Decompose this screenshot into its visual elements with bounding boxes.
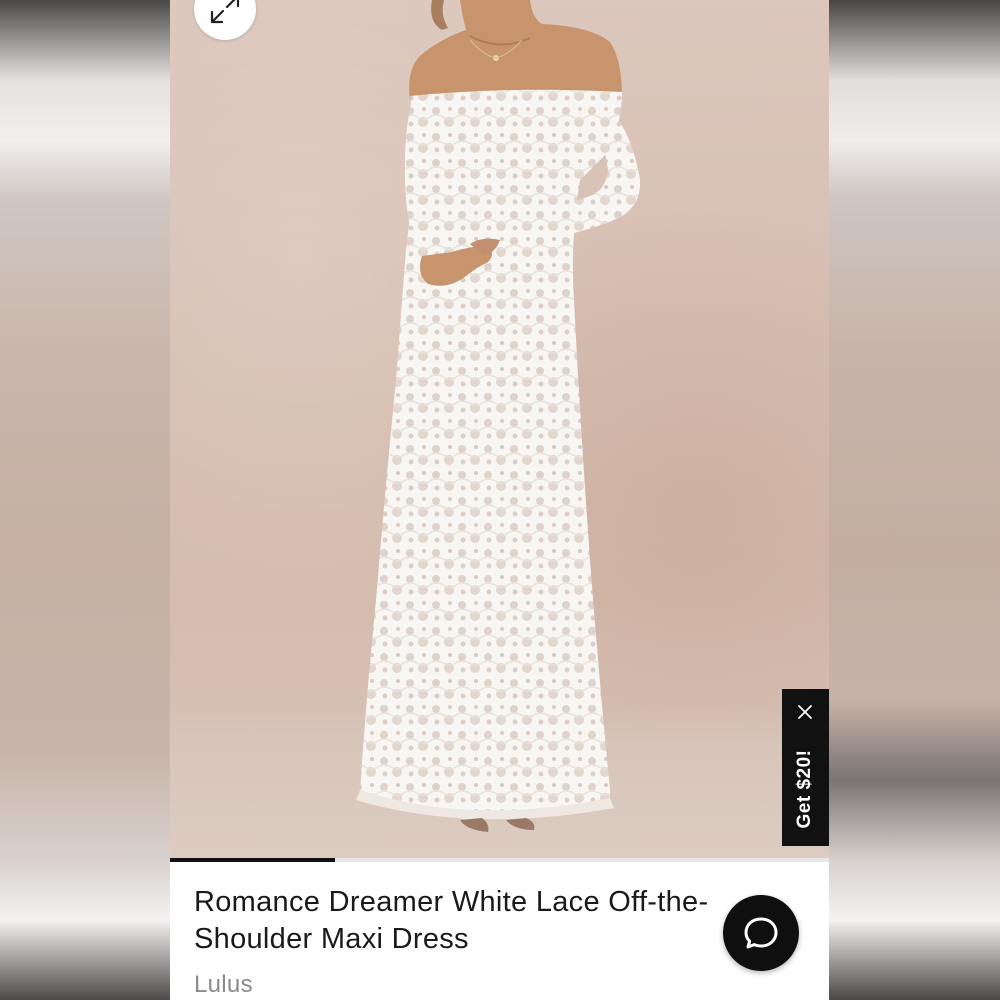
- close-icon[interactable]: [796, 703, 814, 721]
- blurred-background-left: [0, 0, 170, 1000]
- product-screen: Get $20! Romance Dreamer White Lace Off-…: [170, 0, 829, 1000]
- model-in-dress: [356, 0, 641, 832]
- product-title-line1: Romance Dreamer White Lace Off-the-: [194, 886, 709, 918]
- chat-bubble-icon: [744, 917, 778, 949]
- gallery-progress-fill: [170, 858, 335, 862]
- gallery-progress-bar: [170, 858, 829, 862]
- product-image[interactable]: Get $20!: [170, 0, 829, 858]
- promo-label[interactable]: Get $20!: [794, 750, 816, 829]
- brand-name[interactable]: Lulus: [194, 971, 253, 999]
- expand-arrows-icon: [210, 0, 240, 24]
- promo-tab[interactable]: Get $20!: [782, 689, 829, 846]
- chat-button[interactable]: [723, 895, 799, 971]
- product-title: Romance Dreamer White Lace Off-the- Shou…: [194, 884, 754, 958]
- product-title-line2: Shoulder Maxi Dress: [194, 923, 469, 955]
- blurred-background-right: [829, 0, 1000, 1000]
